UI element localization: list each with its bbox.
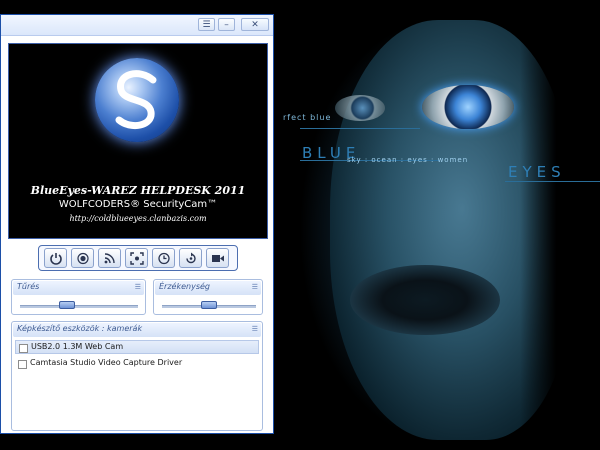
signal-icon <box>104 253 115 264</box>
tagline-text: sky : ocean : eyes : women <box>347 156 469 164</box>
tolerance-title: Tűrés <box>17 282 40 291</box>
decor-line <box>505 181 600 182</box>
collapse-icon[interactable]: ☰ <box>252 325 258 333</box>
device-checkbox[interactable] <box>19 344 28 353</box>
record-button[interactable] <box>71 248 94 268</box>
banner-url: http://coldblueeyes.clanbazis.com <box>69 214 207 223</box>
app-banner: BlueEyes-WAREZ HELPDESK 2011 WOLFCODERS®… <box>8 43 268 239</box>
securitycam-window: ☰ – ✕ BlueEyes-WAREZ HELPDESK 2011 WOLFC… <box>0 14 274 434</box>
record-icon <box>77 252 89 265</box>
sensitivity-panel: Érzékenység ☰ <box>153 279 263 315</box>
device-row[interactable]: Camtasia Studio Video Capture Driver <box>15 357 259 371</box>
rotate-button[interactable] <box>179 248 202 268</box>
blue-eye-artwork <box>422 85 514 129</box>
device-label: Camtasia Studio Video Capture Driver <box>30 358 183 367</box>
rotate-icon <box>186 252 196 264</box>
sensitivity-header: Érzékenység ☰ <box>155 281 261 295</box>
tolerance-slider-thumb[interactable] <box>58 301 75 309</box>
collapse-icon[interactable]: ☰ <box>252 283 258 291</box>
camera-button[interactable] <box>206 248 229 268</box>
camera-icon <box>212 255 224 262</box>
sensitivity-title: Érzékenység <box>159 282 210 291</box>
tolerance-header: Tűrés ☰ <box>13 281 144 295</box>
fullscreen-icon <box>130 252 144 265</box>
device-label: USB2.0 1.3M Web Cam <box>31 342 124 351</box>
left-eye-artwork <box>335 95 385 121</box>
clock-icon <box>158 252 170 265</box>
perfect-blue-text: rfect blue <box>283 113 332 122</box>
banner-product: WOLFCODERS® SecurityCam™ <box>58 199 218 210</box>
eyes-word-text: EYES <box>508 163 566 181</box>
signal-button[interactable] <box>98 248 121 268</box>
camera-toolbar <box>38 245 238 271</box>
capture-devices-panel: Képkészítő eszközök : kamerák ☰ USB2.0 1… <box>11 321 263 431</box>
close-button[interactable]: ✕ <box>241 18 269 31</box>
tolerance-panel: Tűrés ☰ <box>11 279 146 315</box>
banner-title: BlueEyes-WAREZ HELPDESK 2011 <box>30 184 246 197</box>
sensitivity-slider-thumb[interactable] <box>201 301 217 309</box>
title-bar[interactable]: ☰ – ✕ <box>1 15 273 36</box>
tolerance-slider-track[interactable] <box>20 305 138 308</box>
window-menu-button[interactable]: ☰ <box>198 18 215 31</box>
minimize-button[interactable]: – <box>218 18 235 31</box>
capture-devices-header: Képkészítő eszközök : kamerák ☰ <box>13 323 261 337</box>
timer-button[interactable] <box>152 248 175 268</box>
power-icon <box>50 253 62 265</box>
device-row[interactable]: USB2.0 1.3M Web Cam <box>15 340 259 354</box>
collapse-icon[interactable]: ☰ <box>135 283 141 291</box>
capture-devices-title: Képkészítő eszközök : kamerák <box>17 324 143 333</box>
hair-shadow <box>520 0 600 450</box>
app-logo <box>95 58 179 142</box>
device-checkbox[interactable] <box>18 360 27 369</box>
s-logo-icon <box>115 70 157 130</box>
fullscreen-button[interactable] <box>125 248 148 268</box>
decor-line <box>300 128 420 129</box>
lips-artwork <box>350 265 500 335</box>
power-button[interactable] <box>44 248 67 268</box>
